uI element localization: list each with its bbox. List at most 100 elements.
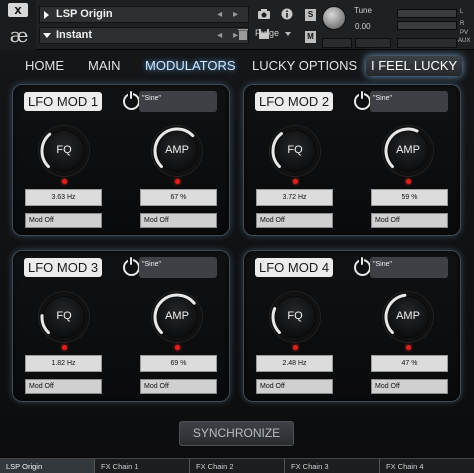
tab-i-feel-lucky[interactable]: I FEEL LUCKY [366, 56, 463, 76]
purge-caret-icon[interactable] [285, 32, 291, 36]
fq-knob-label: FQ [287, 310, 303, 322]
fq-knob-face: FQ [44, 131, 84, 171]
amp-knob-label: AMP [165, 310, 189, 322]
fq-indicator-dot [62, 345, 67, 350]
amp-knob[interactable]: AMP [152, 126, 202, 176]
bottom-tab-fx-chain-3[interactable]: FX Chain 3 [285, 459, 380, 473]
bottom-tab-fx-chain-4[interactable]: FX Chain 4 [380, 459, 474, 473]
amp-knob-face: AMP [388, 131, 428, 171]
power-icon[interactable] [354, 256, 371, 276]
logo-column: x æ [0, 0, 36, 50]
lfo-mod-panel-3: LFO MOD 3 "Sine" FQ AMP 1.82 Hz 69 % Mod Off Mo… [12, 250, 230, 402]
fq-knob-label: FQ [56, 144, 72, 156]
aux-slider[interactable] [322, 38, 352, 48]
pv-label: PV [460, 30, 469, 36]
amp-knob-face: AMP [388, 297, 428, 337]
amp-value-display: 69 % [140, 355, 217, 372]
amp-knob-face: AMP [157, 131, 197, 171]
tune-value: 0.00 [355, 22, 371, 31]
brand-logo: æ [9, 23, 29, 47]
solo-button[interactable]: S [305, 9, 316, 21]
meter-right-label: R [460, 21, 465, 27]
waveform-selector[interactable]: "Sine" [139, 91, 217, 112]
lfo-mod-panel-2: LFO MOD 2 "Sine" FQ AMP 3.72 Hz 59 % Mod Off Mo… [243, 84, 461, 236]
level-meter-left [397, 9, 457, 18]
amp-indicator-dot [406, 345, 411, 350]
amp-mod-selector[interactable]: Mod Off [371, 379, 448, 394]
fq-indicator-dot [293, 179, 298, 184]
tab-lucky-options[interactable]: LUCKY OPTIONS [252, 56, 357, 76]
instrument-name: LSP Origin [56, 8, 113, 20]
snapshot-caret-icon[interactable] [43, 33, 51, 38]
fq-knob-label: FQ [56, 310, 72, 322]
expand-caret-icon[interactable] [44, 11, 49, 19]
panel-title: LFO MOD 3 [24, 258, 103, 277]
amp-value-display: 67 % [140, 189, 217, 206]
pan-slider[interactable] [355, 38, 391, 48]
synchronize-button[interactable]: SYNCHRONIZE [179, 421, 294, 446]
bottom-tab-lsp-origin[interactable]: LSP Origin [0, 459, 95, 473]
bottom-tab-fx-chain-2[interactable]: FX Chain 2 [190, 459, 285, 473]
fq-value-display: 2.48 Hz [256, 355, 333, 372]
fq-value-display: 3.63 Hz [25, 189, 102, 206]
fq-knob-face: FQ [44, 297, 84, 337]
info-icon[interactable] [280, 8, 294, 21]
amp-knob[interactable]: AMP [383, 126, 433, 176]
fq-knob[interactable]: FQ [270, 292, 320, 342]
lfo-mod-panel-1: LFO MOD 1 "Sine" FQ AMP 3.63 Hz 67 % Mod Off Mo… [12, 84, 230, 236]
purge-menu[interactable]: Purge [255, 28, 279, 38]
tune-knob[interactable] [322, 6, 346, 30]
amp-knob-label: AMP [396, 310, 420, 322]
bottom-tab-fx-chain-1[interactable]: FX Chain 1 [95, 459, 190, 473]
snapshot-name: Instant [56, 29, 93, 41]
fq-knob[interactable]: FQ [39, 292, 89, 342]
amp-knob[interactable]: AMP [152, 292, 202, 342]
fq-value-display: 3.72 Hz [256, 189, 333, 206]
delete-icon[interactable] [236, 28, 250, 41]
panel-title: LFO MOD 4 [255, 258, 334, 277]
amp-knob-face: AMP [157, 297, 197, 337]
aux-label: AUX [458, 38, 471, 44]
bottom-tab-bar: LSP Origin FX Chain 1 FX Chain 2 FX Chai… [0, 458, 474, 473]
amp-indicator-dot [175, 345, 180, 350]
amp-knob-label: AMP [396, 144, 420, 156]
amp-knob[interactable]: AMP [383, 292, 433, 342]
fq-value-display: 1.82 Hz [25, 355, 102, 372]
waveform-selector[interactable]: "Sine" [370, 91, 448, 112]
panel-title: LFO MOD 2 [255, 92, 334, 111]
mute-button[interactable]: M [305, 31, 316, 43]
waveform-selector[interactable]: "Sine" [370, 257, 448, 278]
power-icon[interactable] [354, 90, 371, 110]
camera-icon[interactable] [257, 8, 271, 21]
fq-knob[interactable]: FQ [270, 126, 320, 176]
power-icon[interactable] [123, 90, 140, 110]
fq-mod-selector[interactable]: Mod Off [256, 379, 333, 394]
tab-main[interactable]: MAIN [88, 56, 121, 76]
instrument-window: x æ LSP Origin ◂ ▸ Instant ◂ ▸ Purge S M [0, 0, 474, 473]
fq-indicator-dot [293, 345, 298, 350]
amp-mod-selector[interactable]: Mod Off [140, 379, 217, 394]
fq-mod-selector[interactable]: Mod Off [25, 213, 102, 228]
power-icon[interactable] [123, 256, 140, 276]
fq-mod-selector[interactable]: Mod Off [25, 379, 102, 394]
snapshot-field[interactable]: Instant ◂ ▸ [39, 27, 249, 44]
tab-home[interactable]: HOME [25, 56, 64, 76]
amp-mod-selector[interactable]: Mod Off [371, 213, 448, 228]
waveform-selector[interactable]: "Sine" [139, 257, 217, 278]
close-button[interactable]: x [8, 3, 28, 17]
fq-mod-selector[interactable]: Mod Off [256, 213, 333, 228]
fq-knob-label: FQ [287, 144, 303, 156]
amp-mod-selector[interactable]: Mod Off [140, 213, 217, 228]
volume-slider[interactable] [397, 38, 457, 48]
amp-knob-label: AMP [165, 144, 189, 156]
tune-label: Tune [354, 6, 372, 15]
fq-indicator-dot [62, 179, 67, 184]
instrument-nav-arrows[interactable]: ◂ ▸ [217, 9, 242, 20]
main-nav: HOME MAIN MODULATORS LUCKY OPTIONS I FEE… [0, 56, 474, 76]
tab-modulators[interactable]: MODULATORS [145, 56, 236, 76]
fq-knob[interactable]: FQ [39, 126, 89, 176]
amp-value-display: 59 % [371, 189, 448, 206]
instrument-name-field[interactable]: LSP Origin ◂ ▸ [39, 6, 249, 23]
amp-value-display: 47 % [371, 355, 448, 372]
lfo-mod-panel-4: LFO MOD 4 "Sine" FQ AMP 2.48 Hz 47 % Mod Off Mo… [243, 250, 461, 402]
